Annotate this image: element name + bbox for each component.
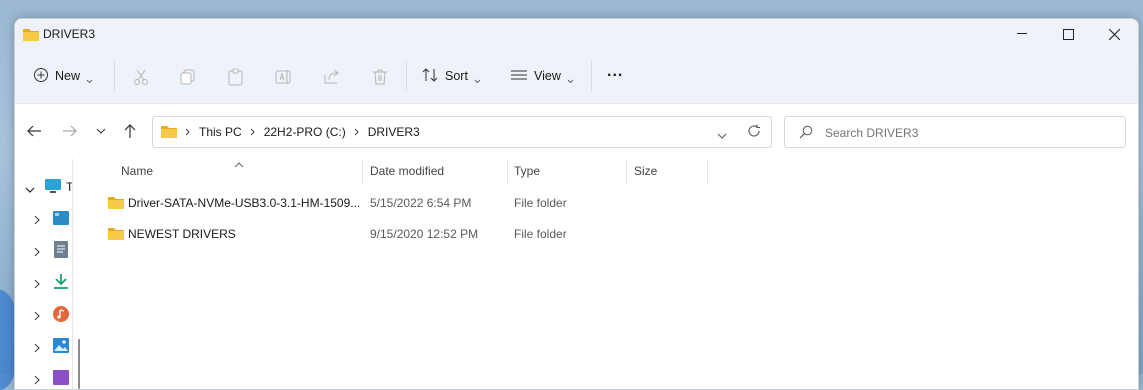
view-icon: [510, 67, 528, 86]
delete-icon[interactable]: [370, 67, 390, 87]
file-date: 5/15/2022 6:54 PM: [370, 196, 472, 210]
chevron-down-icon: [96, 128, 106, 134]
sort-button[interactable]: Sort: [421, 63, 481, 89]
add-icon: [33, 67, 49, 86]
column-divider[interactable]: [362, 159, 363, 185]
pictures-icon: [53, 338, 69, 356]
share-icon[interactable]: [322, 67, 342, 87]
chevron-right-icon[interactable]: [34, 374, 40, 388]
search-box[interactable]: [784, 116, 1126, 148]
forward-button[interactable]: [58, 119, 82, 143]
file-name[interactable]: Driver-SATA-NVMe-USB3.0-3.1-HM-1509...: [128, 196, 360, 210]
column-header-date-modified[interactable]: Date modified: [370, 159, 500, 183]
close-button[interactable]: [1091, 19, 1137, 49]
arrow-up-icon: [124, 124, 136, 138]
column-header-name[interactable]: Name: [121, 159, 361, 183]
nav-item-videos[interactable]: [15, 367, 87, 389]
copy-icon[interactable]: [178, 67, 198, 87]
new-label: New: [55, 69, 81, 83]
rename-icon[interactable]: [274, 67, 294, 87]
toolbar-divider: [114, 61, 115, 91]
folder-icon: [161, 124, 177, 141]
chevron-right-icon[interactable]: [34, 310, 40, 324]
nav-item-this-pc[interactable]: T: [15, 175, 87, 199]
chevron-down-icon: [567, 73, 574, 84]
toolbar-divider: [591, 61, 592, 91]
breadcrumb-chevron-icon: [354, 125, 360, 139]
folder-icon: [108, 195, 124, 212]
sort-icon: [421, 67, 439, 86]
file-type: File folder: [514, 227, 567, 241]
breadcrumb-chevron-icon: [250, 125, 256, 139]
arrow-right-icon: [63, 125, 77, 137]
address-bar[interactable]: This PC 22H2-PRO (C:) DRIVER3: [152, 116, 772, 148]
desktop-icon: [53, 211, 69, 228]
cut-icon[interactable]: [131, 67, 151, 87]
file-type: File folder: [514, 196, 567, 210]
column-header-size[interactable]: Size: [634, 159, 704, 183]
toolbar-divider: [406, 61, 407, 91]
nav-item-music[interactable]: [15, 303, 87, 327]
nav-pane-divider: [72, 159, 73, 389]
nav-item-documents[interactable]: [15, 239, 87, 263]
title-bar: DRIVER3: [15, 19, 1138, 49]
chevron-right-icon[interactable]: [34, 342, 40, 356]
new-button[interactable]: New: [33, 63, 93, 89]
minimize-button[interactable]: [999, 19, 1045, 49]
navigation-pane: T: [15, 159, 87, 389]
nav-item-pictures[interactable]: [15, 335, 87, 359]
column-header-type[interactable]: Type: [514, 159, 614, 183]
paste-icon[interactable]: [226, 67, 246, 87]
file-name[interactable]: NEWEST DRIVERS: [128, 227, 236, 241]
nav-item-downloads[interactable]: [15, 271, 87, 295]
view-button[interactable]: View: [510, 63, 574, 89]
file-row[interactable]: Driver-SATA-NVMe-USB3.0-3.1-HM-1509... 5…: [104, 188, 1124, 218]
search-icon: [799, 125, 813, 142]
breadcrumb-current[interactable]: DRIVER3: [368, 125, 420, 139]
window-title: DRIVER3: [43, 27, 96, 41]
file-list: Name Date modified Type Size Driver-SATA…: [88, 159, 1138, 389]
see-more-button[interactable]: ...: [607, 59, 623, 85]
command-bar: New Sort View ...: [15, 49, 1138, 104]
column-divider[interactable]: [626, 159, 627, 185]
arrow-left-icon: [27, 125, 41, 137]
back-button[interactable]: [22, 119, 46, 143]
download-icon: [53, 273, 69, 293]
chevron-down-icon[interactable]: [25, 182, 35, 196]
navigation-bar: This PC 22H2-PRO (C:) DRIVER3: [15, 104, 1138, 160]
videos-icon: [53, 370, 69, 388]
search-input[interactable]: [823, 123, 1117, 143]
chevron-down-icon: [86, 73, 93, 84]
address-history-chevron-icon[interactable]: [717, 128, 727, 142]
file-date: 9/15/2020 12:52 PM: [370, 227, 479, 241]
view-label: View: [534, 69, 561, 83]
breadcrumb-this-pc[interactable]: This PC: [199, 125, 242, 139]
chevron-right-icon[interactable]: [34, 246, 40, 260]
file-explorer-window: DRIVER3 New Sort View ... This PC 22H2-P…: [14, 18, 1139, 390]
column-divider[interactable]: [507, 159, 508, 185]
maximize-button[interactable]: [1045, 19, 1091, 49]
folder-icon: [108, 226, 124, 243]
music-icon: [53, 306, 69, 325]
sort-label: Sort: [445, 69, 468, 83]
file-row[interactable]: NEWEST DRIVERS 9/15/2020 12:52 PM File f…: [104, 219, 1124, 249]
nav-pane-scrollbar[interactable]: [78, 339, 80, 389]
up-button[interactable]: [118, 119, 142, 143]
column-divider[interactable]: [707, 159, 708, 185]
breadcrumb-chevron-icon: [185, 125, 191, 139]
chevron-right-icon[interactable]: [34, 214, 40, 228]
nav-item-desktop[interactable]: [15, 207, 87, 231]
recent-locations-button[interactable]: [89, 119, 113, 143]
chevron-down-icon: [474, 73, 481, 84]
refresh-icon[interactable]: [747, 124, 761, 141]
breadcrumb-drive[interactable]: 22H2-PRO (C:): [264, 125, 346, 139]
monitor-icon: [44, 178, 62, 197]
documents-icon: [54, 241, 68, 261]
folder-icon: [23, 27, 39, 44]
chevron-right-icon[interactable]: [34, 278, 40, 292]
